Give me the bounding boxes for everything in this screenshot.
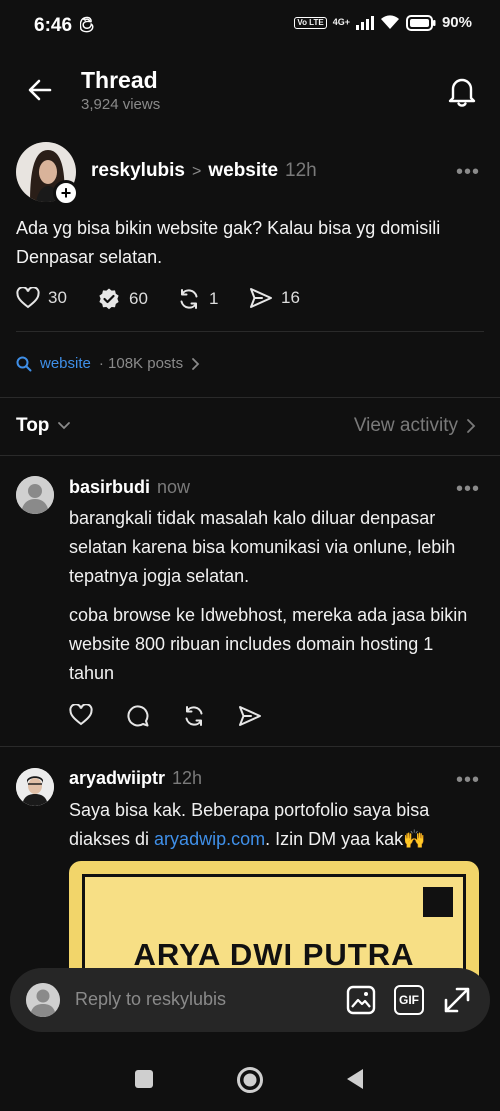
reply-share-button[interactable] [238, 705, 262, 727]
topic-separator: > [192, 163, 202, 180]
arrow-left-icon [28, 79, 52, 101]
repost-seen-button[interactable]: 60 [97, 287, 148, 311]
post-header: reskylubis > website 12h [91, 160, 317, 182]
reply-paragraph: coba browse ke Idwebhost, mereka ada jas… [69, 605, 468, 683]
divider [0, 746, 500, 747]
back-button[interactable] [26, 76, 54, 104]
gif-button[interactable]: GIF [394, 985, 424, 1015]
divider [16, 331, 484, 332]
view-activity-link[interactable]: View activity [354, 415, 476, 437]
image-icon [346, 985, 376, 1015]
sort-label: Top [16, 415, 50, 436]
image-square-mark [423, 887, 453, 917]
view-count: 3,924 views [81, 96, 161, 113]
send-icon [239, 706, 261, 726]
verified-check-icon [99, 288, 119, 310]
triangle-back-icon [347, 1069, 363, 1089]
chevron-right-icon [192, 357, 200, 370]
sort-dropdown[interactable]: Top [16, 415, 71, 437]
chevron-down-icon [58, 422, 71, 430]
battery-icon [405, 14, 436, 31]
status-indicators: Vo LTE 4G+ 90% [294, 14, 472, 31]
share-count: 16 [281, 288, 300, 307]
composer-avatar [26, 983, 60, 1017]
reply-username[interactable]: basirbudi [69, 477, 150, 498]
expand-icon [444, 987, 470, 1013]
home-button[interactable] [236, 1066, 264, 1094]
topic-tag[interactable]: website [40, 355, 91, 372]
volte-badge: Vo LTE [294, 16, 327, 29]
threads-notification-icon [80, 16, 96, 34]
signal-icon [355, 15, 374, 30]
reply-time: 12h [172, 768, 203, 788]
reply-repost-button[interactable] [182, 704, 206, 728]
post-topic[interactable]: website [208, 160, 278, 182]
status-bar: 6:46 Vo LTE 4G+ 90% [0, 0, 500, 52]
like-button[interactable]: 30 [16, 287, 67, 309]
like-count: 30 [48, 288, 67, 307]
author-username[interactable]: reskylubis [91, 160, 185, 182]
default-avatar-icon [16, 476, 54, 514]
bell-icon [448, 78, 476, 107]
post-more-button[interactable]: ••• [456, 161, 480, 184]
back-nav-button[interactable] [345, 1068, 365, 1090]
repost-icon [185, 706, 203, 726]
reply-header: basirbudi now [69, 477, 190, 498]
divider [0, 397, 500, 398]
send-icon [250, 288, 272, 308]
gif-label: GIF [399, 993, 419, 1007]
chevron-right-icon [467, 419, 476, 433]
heart-icon [69, 704, 93, 726]
search-icon [16, 356, 32, 371]
reply-composer[interactable]: Reply to reskylubis GIF [10, 968, 490, 1032]
repost-seen-count: 60 [129, 289, 148, 308]
repost-button[interactable]: 1 [177, 287, 218, 311]
author-photo [16, 768, 54, 806]
share-button[interactable]: 16 [249, 287, 300, 309]
view-activity-label: View activity [353, 415, 458, 436]
reply-paragraph: barangkali tidak masalah kalo diluar den… [69, 508, 456, 586]
topic-post-count: · 108K posts [98, 355, 184, 372]
system-nav-bar [0, 1040, 500, 1111]
plus-icon: + [60, 182, 72, 203]
reply-more-button[interactable]: ••• [456, 769, 480, 792]
reply-time: now [157, 477, 191, 497]
default-avatar-icon [26, 983, 60, 1017]
circle-icon [237, 1067, 263, 1093]
page-title: Thread [81, 67, 158, 93]
reply-header: aryadwiiptr 12h [69, 768, 202, 789]
heart-icon [16, 287, 40, 309]
post-text: Ada yg bisa bikin website gak? Kalau bis… [16, 218, 441, 267]
repost-count: 1 [209, 289, 219, 308]
reply-comment-button[interactable] [126, 704, 150, 728]
status-time: 6:46 [34, 15, 73, 36]
reply-avatar[interactable] [16, 476, 54, 514]
topic-row[interactable]: website · 108K posts [16, 355, 201, 372]
notifications-button[interactable] [446, 74, 478, 108]
comment-icon [127, 705, 149, 727]
network-type: 4G+ [332, 17, 350, 27]
square-icon [135, 1070, 153, 1088]
portfolio-link[interactable]: aryadwip.com [154, 829, 265, 849]
reply-more-button[interactable]: ••• [456, 478, 480, 501]
reply-avatar[interactable] [16, 768, 54, 806]
reply-username[interactable]: aryadwiiptr [69, 768, 165, 789]
follow-button[interactable]: + [53, 180, 79, 206]
reply-input[interactable]: Reply to reskylubis [75, 989, 226, 1010]
divider [0, 455, 500, 456]
reply-text-end: . Izin DM yaa kak🙌 [265, 829, 426, 849]
repost-icon [180, 289, 198, 309]
attach-image-button[interactable] [346, 985, 376, 1015]
reply-like-button[interactable] [69, 704, 93, 726]
battery-percent: 90% [441, 14, 472, 31]
wifi-icon [380, 15, 399, 29]
recents-button[interactable] [134, 1069, 154, 1089]
reply-text: Saya bisa kak. Beberapa portofolio saya … [69, 796, 479, 854]
post-time: 12h [285, 160, 317, 181]
expand-composer-button[interactable] [442, 985, 472, 1015]
